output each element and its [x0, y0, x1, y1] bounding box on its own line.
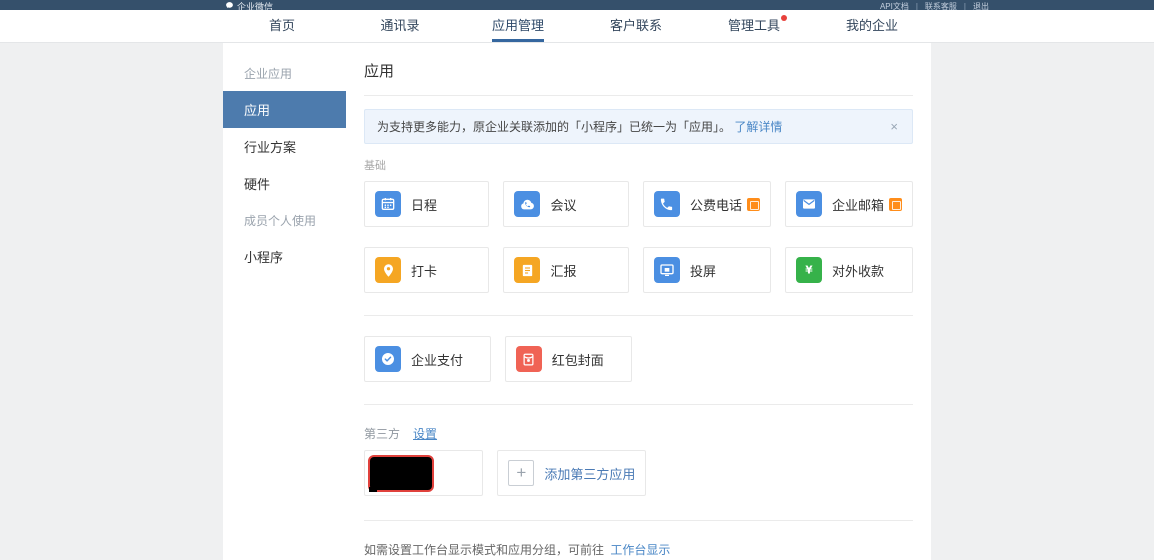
app-label: 日程: [411, 195, 437, 214]
cast-screen-icon: [654, 257, 680, 283]
app-label: 打卡: [411, 261, 437, 280]
app-card-phone[interactable]: 公费电话: [643, 181, 771, 227]
page-title: 应用: [364, 60, 913, 96]
notification-dot: [781, 15, 787, 21]
close-icon[interactable]: ×: [888, 120, 900, 133]
report-doc-icon: [514, 257, 540, 283]
topbar-link-api-docs[interactable]: API文档: [880, 1, 909, 11]
third-party-app-card[interactable]: [364, 450, 483, 496]
plus-icon: +: [508, 460, 534, 486]
redacted-app-name: [368, 455, 434, 492]
divider: [364, 315, 913, 316]
calendar-icon: [375, 191, 401, 217]
nav-tab-customer-contact[interactable]: 客户联系: [577, 10, 695, 42]
apps-grid-third-party: + 添加第三方应用: [364, 450, 913, 496]
third-party-settings-link[interactable]: 设置: [413, 425, 437, 442]
app-label: 对外收款: [832, 261, 884, 280]
meeting-cloud-icon: [514, 191, 540, 217]
yuan-collect-icon: ¥: [796, 257, 822, 283]
nav-tab-admin-tools[interactable]: 管理工具: [695, 10, 813, 42]
app-card-report-doc[interactable]: 汇报: [503, 247, 628, 293]
app-card-cast-screen[interactable]: 投屏: [643, 247, 771, 293]
app-label: 会议: [550, 195, 576, 214]
wechat-work-logo: 企业微信: [225, 0, 273, 10]
nav-tab-label: 首页: [269, 10, 295, 42]
workbench-note: 如需设置工作台显示模式和应用分组，可前往 工作台显示: [364, 541, 913, 558]
notice-text: 为支持更多能力，原企业关联添加的「小程序」已统一为「应用」。 了解详情: [377, 118, 888, 135]
divider: [364, 404, 913, 405]
app-label: 汇报: [550, 261, 576, 280]
nav-tab-label: 客户联系: [610, 10, 662, 42]
apps-grid-payment: 企业支付 红包封面: [364, 336, 913, 382]
nav-tab-my-company[interactable]: 我的企业: [813, 10, 931, 42]
app-label: 企业支付: [411, 350, 463, 369]
nav-tabs: 首页 通讯录 应用管理 客户联系 管理工具 我的企业: [223, 10, 931, 42]
nav-tab-label: 管理工具: [728, 10, 780, 42]
wechat-work-logo-icon: [225, 1, 234, 11]
app-card-checkin-pin[interactable]: 打卡: [364, 247, 489, 293]
redaction-notch: [369, 487, 377, 492]
add-third-party-label: 添加第三方应用: [544, 464, 635, 483]
sidebar-item-miniprogram[interactable]: 小程序: [223, 238, 346, 275]
workbench-display-link[interactable]: 工作台显示: [610, 543, 670, 557]
separator: |: [916, 2, 918, 11]
third-party-label: 第三方: [364, 425, 400, 442]
sidebar-item-hardware[interactable]: 硬件: [223, 165, 346, 202]
nav-tab-label: 我的企业: [846, 10, 898, 42]
nav-tab-home[interactable]: 首页: [223, 10, 341, 42]
app-card-red-packet[interactable]: 红包封面: [505, 336, 632, 382]
app-card-pay-check[interactable]: 企业支付: [364, 336, 491, 382]
main-panel: 企业应用应用行业方案硬件成员个人使用小程序 应用 为支持更多能力，原企业关联添加…: [223, 43, 931, 560]
app-label: 公费电话: [690, 195, 742, 214]
sidebar-item-industry-solutions[interactable]: 行业方案: [223, 128, 346, 165]
add-third-party-app-button[interactable]: + 添加第三方应用: [497, 450, 646, 496]
page-body: 企业应用应用行业方案硬件成员个人使用小程序 应用 为支持更多能力，原企业关联添加…: [0, 43, 1154, 560]
divider: [364, 520, 913, 521]
checkin-pin-icon: [375, 257, 401, 283]
nav-tab-contacts[interactable]: 通讯录: [341, 10, 459, 42]
app-label: 红包封面: [552, 350, 604, 369]
sidebar-item-apps[interactable]: 应用: [223, 91, 346, 128]
notice-learn-more-link[interactable]: 了解详情: [734, 120, 782, 134]
red-packet-icon: [516, 346, 542, 372]
app-card-meeting-cloud[interactable]: 会议: [503, 181, 628, 227]
topbar-link-logout[interactable]: 退出: [973, 1, 989, 11]
apps-grid-basic: 日程 会议 公费电话 企业邮箱打卡 汇报 投屏 ¥ 对外收款: [364, 181, 913, 293]
content-area: 应用 为支持更多能力，原企业关联添加的「小程序」已统一为「应用」。 了解详情 ×…: [346, 43, 931, 560]
primary-navbar: 首页 通讯录 应用管理 客户联系 管理工具 我的企业: [0, 10, 1154, 43]
nav-tab-label: 应用管理: [492, 10, 544, 42]
notice-banner: 为支持更多能力，原企业关联添加的「小程序」已统一为「应用」。 了解详情 ×: [364, 109, 913, 144]
promo-badge-icon: [747, 198, 760, 211]
third-party-header: 第三方 设置: [364, 425, 913, 442]
separator: |: [964, 2, 966, 11]
nav-tab-label: 通讯录: [380, 10, 419, 42]
topbar-links: API文档 | 联系客服 | 退出: [880, 1, 989, 11]
wechat-work-logo-text: 企业微信: [237, 0, 273, 10]
top-dark-bar: 企业微信 API文档 | 联系客服 | 退出: [0, 0, 1154, 10]
group-label-basic: 基础: [364, 157, 913, 173]
app-card-calendar[interactable]: 日程: [364, 181, 489, 227]
app-card-mail[interactable]: 企业邮箱: [785, 181, 913, 227]
mail-icon: [796, 191, 822, 217]
sidebar: 企业应用应用行业方案硬件成员个人使用小程序: [223, 43, 346, 560]
app-label: 投屏: [690, 261, 716, 280]
app-label: 企业邮箱: [832, 195, 884, 214]
nav-tab-app-management[interactable]: 应用管理: [459, 10, 577, 42]
sidebar-section-header: 成员个人使用: [223, 202, 346, 238]
sidebar-section-header: 企业应用: [223, 55, 346, 91]
pay-check-icon: [375, 346, 401, 372]
promo-badge-icon: [889, 198, 902, 211]
topbar-link-support[interactable]: 联系客服: [925, 1, 957, 11]
app-card-yuan-collect[interactable]: ¥ 对外收款: [785, 247, 913, 293]
svg-text:¥: ¥: [805, 264, 813, 277]
phone-icon: [654, 191, 680, 217]
